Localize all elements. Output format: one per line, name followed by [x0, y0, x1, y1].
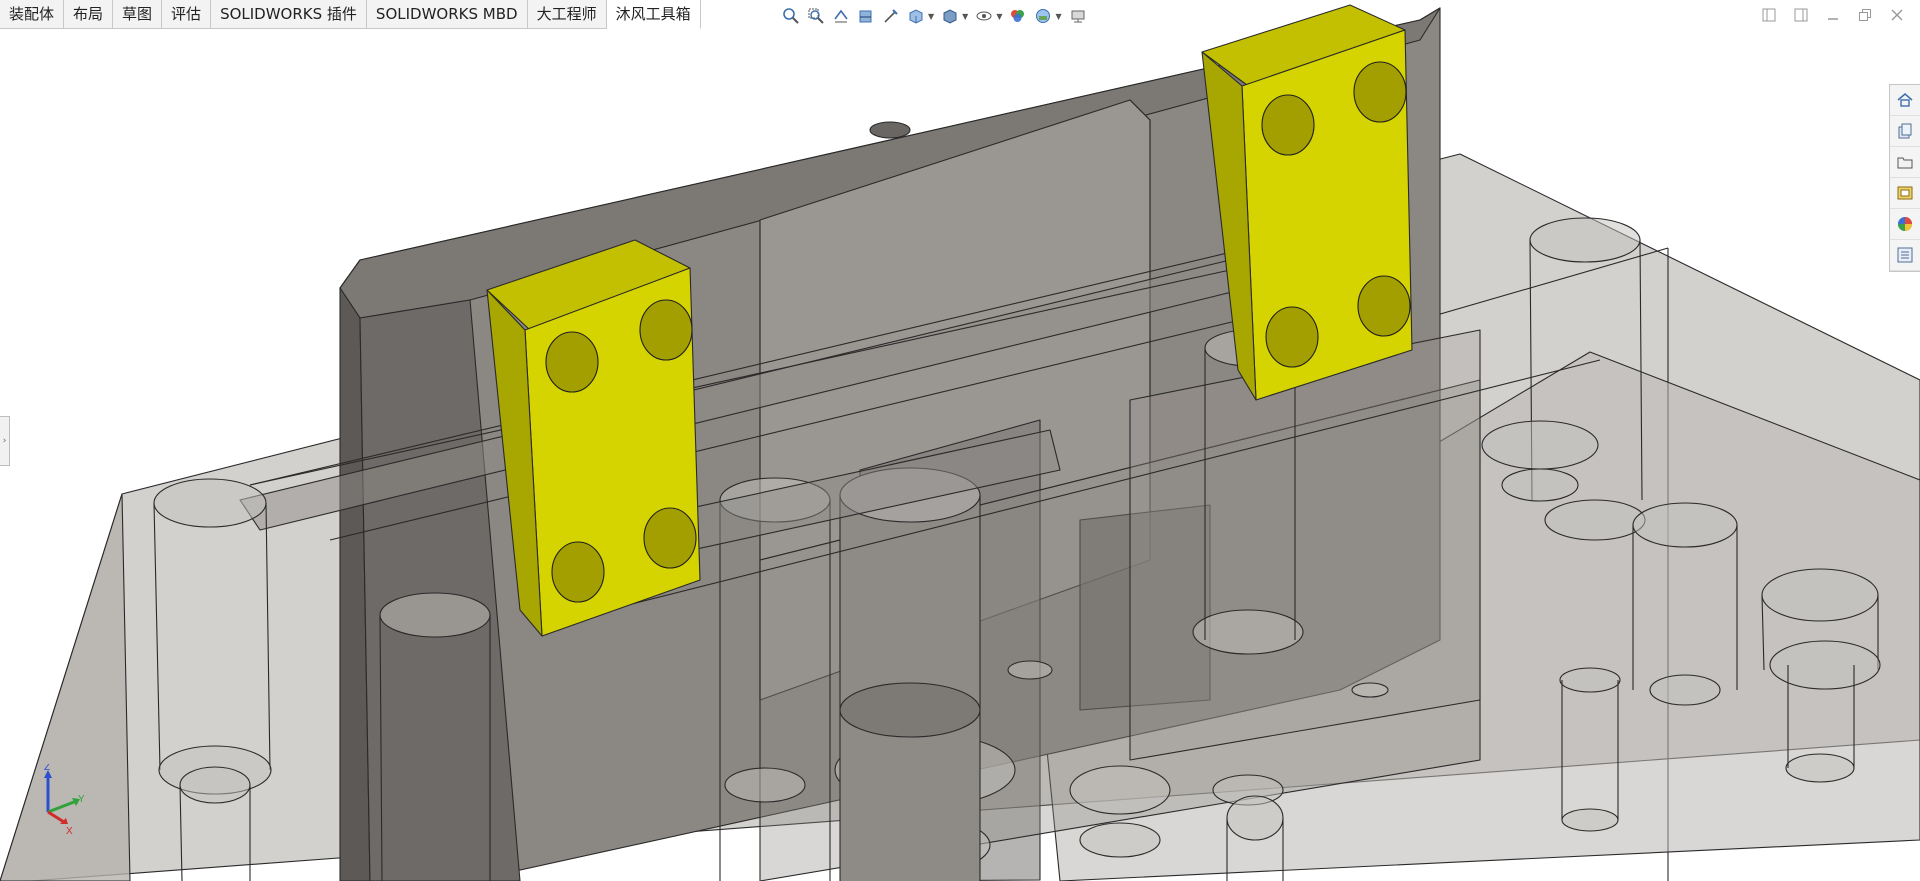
dynamic-annotation-icon[interactable] — [880, 5, 902, 27]
hide-show-items-icon[interactable] — [973, 5, 995, 27]
display-style-icon[interactable] — [939, 5, 961, 27]
close-icon[interactable] — [1886, 4, 1908, 26]
view-settings-icon[interactable] — [1067, 5, 1089, 27]
central-boss — [839, 467, 981, 881]
edit-appearance-icon[interactable] — [1007, 5, 1029, 27]
tab-solidworks-mbd[interactable]: SOLIDWORKS MBD — [367, 0, 528, 28]
axis-z-label: Z — [44, 764, 50, 773]
tile-left-icon[interactable] — [1758, 4, 1780, 26]
graphics-area[interactable] — [0, 0, 1920, 881]
tab-engineer[interactable]: 大工程师 — [528, 0, 607, 28]
apply-scene-icon[interactable] — [1032, 5, 1054, 27]
tab-mufeng-toolbox[interactable]: 沐风工具箱 — [606, 0, 701, 29]
view-palette-icon[interactable] — [1890, 178, 1920, 209]
feature-manager-toggle[interactable]: › — [0, 416, 10, 466]
tab-assembly[interactable]: 装配体 — [0, 0, 65, 28]
zoom-to-area-icon[interactable] — [805, 5, 827, 27]
design-library-icon[interactable] — [1890, 116, 1920, 147]
axis-x-label: X — [66, 826, 73, 834]
chevron-down-icon[interactable]: ▼ — [996, 12, 1002, 21]
left-clamp — [486, 239, 701, 637]
section-view-icon[interactable] — [855, 5, 877, 27]
task-pane — [1889, 84, 1920, 272]
solidworks-resources-icon[interactable] — [1890, 85, 1920, 116]
axis-y-label: Y — [78, 794, 85, 805]
tab-layout[interactable]: 布局 — [64, 0, 114, 28]
file-explorer-icon[interactable] — [1890, 147, 1920, 178]
chevron-down-icon[interactable]: ▼ — [962, 12, 968, 21]
window-controls — [1758, 4, 1908, 26]
heads-up-view-toolbar: ▼ ▼ ▼ ▼ — [780, 2, 1089, 30]
appearances-scenes-icon[interactable] — [1890, 209, 1920, 240]
reference-triad: Z Y X — [36, 762, 96, 837]
assembly-model — [0, 4, 1920, 881]
top-hole — [869, 121, 911, 139]
tile-right-icon[interactable] — [1790, 4, 1812, 26]
tab-solidworks-addins[interactable]: SOLIDWORKS 插件 — [211, 0, 367, 28]
expand-arrow-icon: › — [2, 436, 7, 446]
chevron-down-icon[interactable]: ▼ — [1055, 12, 1061, 21]
custom-properties-icon[interactable] — [1890, 240, 1920, 271]
tab-evaluate[interactable]: 评估 — [162, 0, 212, 28]
minimize-icon[interactable] — [1822, 4, 1844, 26]
view-orientation-icon[interactable] — [905, 5, 927, 27]
restore-icon[interactable] — [1854, 4, 1876, 26]
command-manager-tabs: 装配体 布局 草图 评估 SOLIDWORKS 插件 SOLIDWORKS MB… — [0, 0, 701, 29]
chevron-down-icon[interactable]: ▼ — [928, 12, 934, 21]
zoom-to-fit-icon[interactable] — [780, 5, 802, 27]
previous-view-icon[interactable] — [830, 5, 852, 27]
tab-sketch[interactable]: 草图 — [113, 0, 163, 28]
